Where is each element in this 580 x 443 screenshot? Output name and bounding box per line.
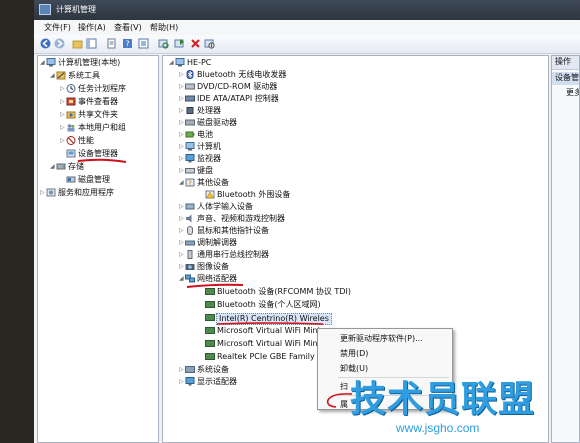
unknown-device-icon xyxy=(205,190,215,199)
keyboard-icon xyxy=(185,168,195,174)
menu-bar: 文件(F) 操作(A) 查看(V) 帮助(H) xyxy=(34,20,580,36)
computer-icon xyxy=(175,58,185,67)
menu-disable[interactable]: 禁用(D) xyxy=(340,348,368,359)
show-console-tree-icon[interactable] xyxy=(86,38,97,49)
processor-icon xyxy=(186,107,194,114)
monitor-icon xyxy=(185,154,195,163)
forward-icon[interactable] xyxy=(54,38,65,49)
disk-drive-icon xyxy=(185,119,195,126)
computer-icon xyxy=(46,58,56,67)
usb-icon xyxy=(187,250,193,259)
watermark-logo-text: 技术员联盟 xyxy=(350,379,536,420)
services-icon xyxy=(46,188,56,197)
svg-text:?: ? xyxy=(125,40,129,49)
network-card-icon xyxy=(205,353,215,360)
view-icon[interactable] xyxy=(138,38,149,49)
shared-folder-icon xyxy=(66,111,76,119)
scan-hardware-icon[interactable] xyxy=(158,38,169,49)
network-card-icon xyxy=(205,301,215,308)
tools-icon xyxy=(56,71,66,80)
actions-section-device-manager[interactable]: 设备管理 xyxy=(555,73,579,83)
actions-more[interactable]: 更多 xyxy=(566,88,579,98)
actions-header: 操作 xyxy=(555,57,571,66)
up-folder-icon[interactable] xyxy=(72,38,83,49)
network-card-icon xyxy=(205,340,215,347)
storage-icon xyxy=(56,163,66,170)
watermark-url: www.jsgho.com xyxy=(396,421,480,435)
network-card-icon xyxy=(205,327,215,334)
menu-update-driver[interactable]: 更新驱动程序软件(P)... xyxy=(340,333,423,344)
menu-action[interactable]: 操作(A) xyxy=(78,22,106,33)
disable-device-icon[interactable] xyxy=(204,38,215,49)
device-manager-icon xyxy=(66,149,76,158)
camera-icon xyxy=(185,264,195,270)
network-card-icon xyxy=(205,288,215,295)
display-adapter-icon xyxy=(185,377,195,386)
window-title: 计算机管理 xyxy=(56,5,96,14)
svg-text:?: ? xyxy=(188,180,192,188)
disk-icon xyxy=(66,176,76,183)
system-devices-icon xyxy=(185,366,195,373)
back-icon[interactable] xyxy=(40,38,51,49)
other-devices-icon: ? xyxy=(185,178,195,187)
network-card-icon xyxy=(205,314,215,321)
computer-icon xyxy=(185,142,195,151)
help-icon[interactable]: ? xyxy=(122,38,133,49)
menu-file[interactable]: 文件(F) xyxy=(44,22,71,33)
uninstall-icon[interactable] xyxy=(190,38,201,49)
sound-icon xyxy=(186,214,192,223)
properties-icon[interactable] xyxy=(106,38,117,49)
update-driver-icon[interactable] xyxy=(174,38,185,49)
battery-icon xyxy=(185,131,195,138)
bluetooth-icon xyxy=(186,70,194,79)
mouse-icon xyxy=(187,226,193,235)
users-icon xyxy=(67,124,75,132)
toolbar: ? xyxy=(34,35,580,54)
task-scheduler-icon xyxy=(66,84,76,93)
navigation-pane: ◢ 计算机管理(本地) ◢ 系统工具 ▷ 任务计划程序 ▷ 事件查看器 ▷ 共享… xyxy=(37,55,159,443)
actions-pane: 操作 设备管理 更多 xyxy=(551,55,580,443)
menu-help[interactable]: 帮助(H) xyxy=(150,22,178,33)
computer-management-window: 计算机管理 文件(F) 操作(A) 查看(V) 帮助(H) ? ◢ 计算机管理(… xyxy=(34,0,580,443)
title-bar: 计算机管理 xyxy=(34,0,580,20)
dvd-icon xyxy=(185,83,195,90)
performance-icon xyxy=(66,136,76,145)
computer-management-icon xyxy=(39,4,51,15)
hid-icon xyxy=(185,203,195,210)
modem-icon xyxy=(185,240,195,246)
menu-view[interactable]: 查看(V) xyxy=(114,22,142,33)
event-viewer-icon xyxy=(66,97,76,106)
ide-icon xyxy=(185,95,195,102)
